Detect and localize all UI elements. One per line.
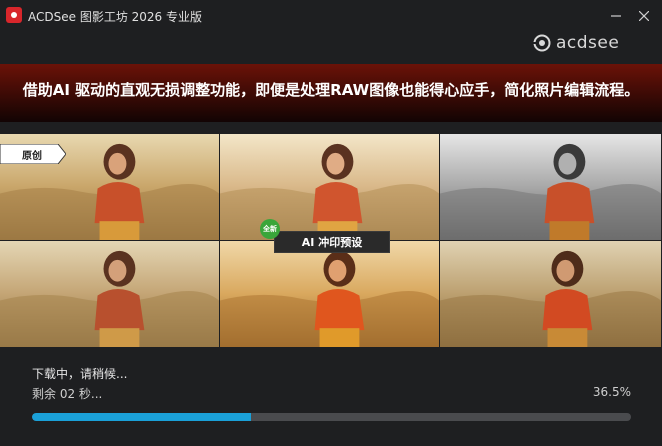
preview-image-preset-4: [220, 241, 440, 348]
original-tag: 原创: [0, 144, 66, 164]
woman-photo-image: [0, 241, 219, 347]
preview-image-preset-1: [220, 134, 440, 241]
close-icon: [639, 11, 649, 21]
preview-image-preset-5: [440, 241, 662, 348]
woman-photo-image: [220, 134, 439, 240]
acdsee-logo: acdsee: [533, 32, 619, 54]
preview-image-preset-2: [440, 134, 662, 241]
time-remaining: 剩余 02 秒...: [32, 387, 103, 401]
download-progress-fill: [32, 413, 251, 421]
window-title: ACDSee 图影工坊 2026 专业版: [28, 10, 202, 24]
acdsee-app-icon: [6, 7, 22, 23]
minimize-icon: [611, 15, 621, 17]
title-bar: ACDSee 图影工坊 2026 专业版: [0, 0, 662, 32]
woman-photo-image: [440, 134, 661, 240]
new-badge: 全新: [260, 219, 280, 239]
progress-percent: 36.5%: [592, 385, 631, 399]
promo-banner-text: 借助AI 驱动的直观无损调整功能，即便是处理RAW图像也能得心应手，简化照片编辑…: [22, 80, 640, 99]
acdsee-logo-text: acdsee: [556, 33, 620, 53]
preview-image-preset-3: [0, 241, 220, 348]
download-progress-bar: [32, 413, 631, 421]
original-tag-label: 原创: [22, 151, 42, 162]
promo-banner: 借助AI 驱动的直观无损调整功能，即便是处理RAW图像也能得心应手，简化照片编辑…: [0, 64, 662, 122]
woman-photo-image: [440, 241, 661, 347]
download-status: 下载中，请稍候...: [32, 367, 128, 381]
minimize-button[interactable]: [604, 4, 628, 28]
close-button[interactable]: [632, 4, 656, 28]
ai-preset-label: AI 冲印预设: [274, 231, 390, 253]
acdsee-logo-icon: [533, 34, 551, 52]
woman-photo-image: [220, 241, 439, 347]
